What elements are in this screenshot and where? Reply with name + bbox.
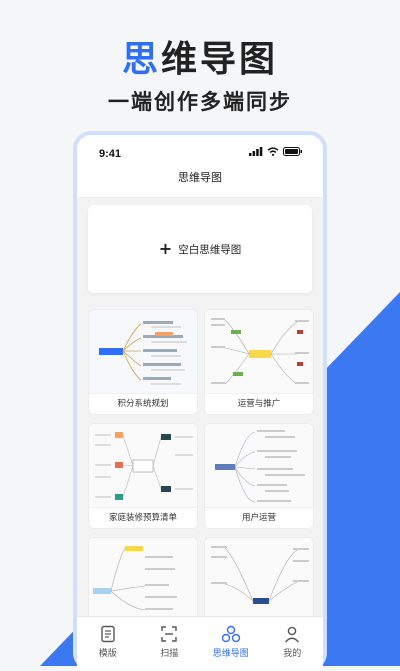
hero-subtitle: 一端创作多端同步 [108,90,292,114]
nav-title: 思维导图 [77,167,323,198]
template-card[interactable]: 家庭装修预算清单 [88,423,198,529]
mindmap-thumbnail [205,424,313,508]
phone-mockup: 9:41 思维导图 + 空白思维导图 积分系统规划 运营与推广 家庭装修预算清单… [73,131,327,671]
hero-title: 思维导图 [121,39,279,80]
template-label: 用户运营 [205,507,313,528]
template-card[interactable]: 用户运营 [204,423,314,529]
mindmap-thumbnail [205,310,313,394]
template-card[interactable]: 运营与推广 [204,309,314,415]
template-card[interactable]: 积分系统规划 [88,309,198,415]
scan-icon [161,626,177,642]
template-label: 运营与推广 [205,393,313,414]
mindmap-icon [221,625,240,643]
tab-mindmap[interactable]: 思维导图 [200,617,262,671]
tab-label: 模版 [98,649,117,659]
tab-label: 我的 [283,649,302,659]
app-screen: 9:41 思维导图 + 空白思维导图 积分系统规划 运营与推广 家庭装修预算清单… [77,135,323,671]
wifi-icon [267,147,279,156]
tab-label: 扫描 [160,649,179,659]
template-icon [101,625,115,643]
tab-templates[interactable]: 模版 [77,617,139,671]
mindmap-thumbnail [89,310,197,394]
new-blank-mindmap-button[interactable]: + 空白思维导图 [88,205,312,293]
tab-profile[interactable]: 我的 [262,617,324,671]
bottom-tab-bar: 模版 扫描 思维导图 我的 [77,616,323,671]
plus-icon: + [158,238,173,258]
tab-scan[interactable]: 扫描 [139,617,201,671]
tab-label: 思维导图 [212,649,249,659]
signal-icon [249,147,263,156]
blank-card-label: 空白思维导图 [178,243,242,256]
status-time: 9:41 [99,148,122,160]
mindmap-thumbnail [89,538,197,622]
user-icon [285,626,300,643]
battery-icon [283,147,302,156]
mindmap-thumbnail [205,538,313,622]
mindmap-thumbnail [89,424,197,508]
template-label: 积分系统规划 [89,393,197,414]
template-label: 家庭装修预算清单 [89,507,197,528]
status-bar: 9:41 [77,135,323,167]
